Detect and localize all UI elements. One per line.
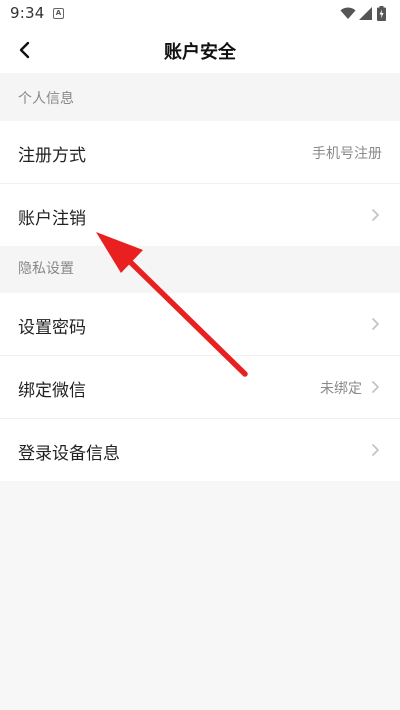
status-bar: 9:34 A	[0, 0, 400, 28]
row-label: 登录设备信息	[18, 444, 120, 464]
page-title: 账户安全	[164, 42, 236, 63]
row-bind-wechat[interactable]: 绑定微信 未绑定	[0, 356, 400, 418]
chevron-right-icon	[372, 444, 379, 456]
row-label: 绑定微信	[18, 381, 86, 401]
wifi-icon	[340, 7, 356, 19]
chevron-right-icon	[372, 381, 379, 393]
row-set-password[interactable]: 设置密码	[0, 293, 400, 355]
section-header-privacy-settings: 隐私设置	[0, 246, 400, 292]
status-time: 9:34	[10, 4, 45, 22]
section-header-personal-info: 个人信息	[0, 73, 400, 121]
section-title: 隐私设置	[18, 261, 74, 277]
row-account-deletion[interactable]: 账户注销	[0, 184, 400, 246]
chevron-right-icon	[372, 318, 379, 330]
row-registration-method[interactable]: 注册方式 手机号注册	[0, 121, 400, 183]
row-login-device-info[interactable]: 登录设备信息	[0, 419, 400, 481]
row-label: 注册方式	[18, 146, 86, 166]
row-label: 账户注销	[18, 209, 86, 229]
chevron-right-icon	[372, 209, 379, 221]
section-title: 个人信息	[18, 91, 74, 107]
row-value: 未绑定	[320, 381, 362, 397]
signal-icon	[359, 7, 372, 20]
row-value: 手机号注册	[312, 146, 382, 162]
battery-charging-icon	[377, 6, 386, 21]
app-notification-icon: A	[53, 8, 64, 19]
nav-bar: 账户安全	[0, 28, 400, 73]
row-label: 设置密码	[18, 318, 86, 338]
